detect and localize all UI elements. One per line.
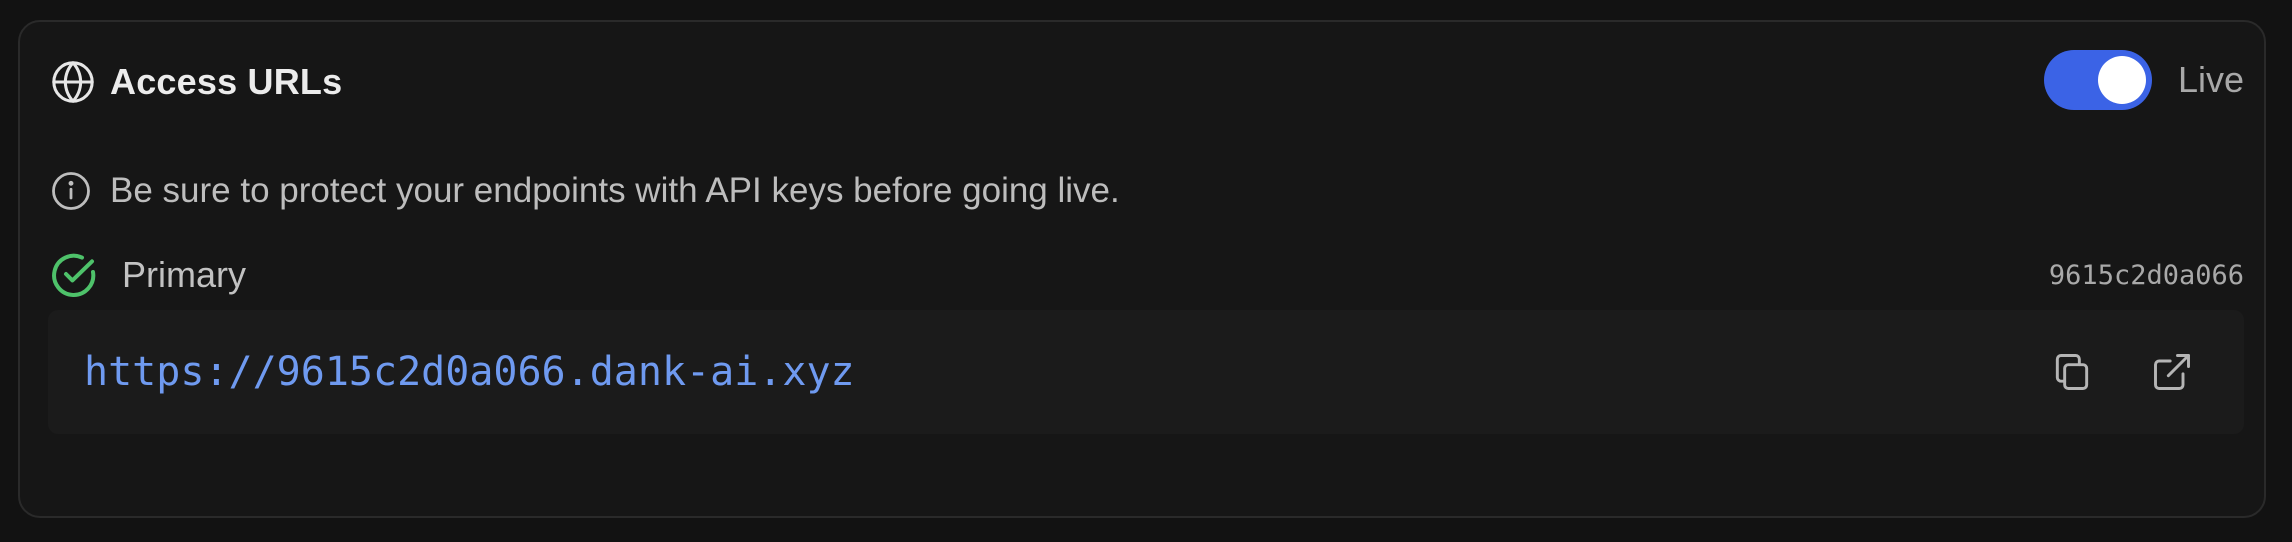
copy-icon [2050, 350, 2094, 394]
toggle-knob [2097, 56, 2146, 104]
live-toggle[interactable] [2043, 50, 2152, 110]
notice-text: Be sure to protect your endpoints with A… [110, 171, 1120, 210]
check-circle-icon [50, 251, 98, 299]
primary-endpoint-header: Primary 9615c2d0a066 [50, 248, 2244, 302]
api-key-notice: Be sure to protect your endpoints with A… [50, 166, 1120, 216]
section-title: Access URLs [110, 61, 343, 102]
copy-url-button[interactable] [2042, 342, 2102, 402]
primary-url-link[interactable]: https://9615c2d0a066.dank-ai.xyz [84, 349, 2042, 395]
live-toggle-group: Live [2043, 48, 2244, 112]
open-url-button[interactable] [2142, 342, 2202, 402]
live-toggle-label: Live [2177, 59, 2244, 100]
external-link-icon [2150, 350, 2194, 394]
globe-icon [50, 59, 96, 105]
primary-label: Primary [122, 254, 246, 295]
url-box: https://9615c2d0a066.dank-ai.xyz [48, 310, 2244, 434]
section-header: Access URLs [50, 52, 342, 112]
deployment-id: 9615c2d0a066 [2048, 259, 2244, 291]
info-icon [50, 170, 92, 212]
